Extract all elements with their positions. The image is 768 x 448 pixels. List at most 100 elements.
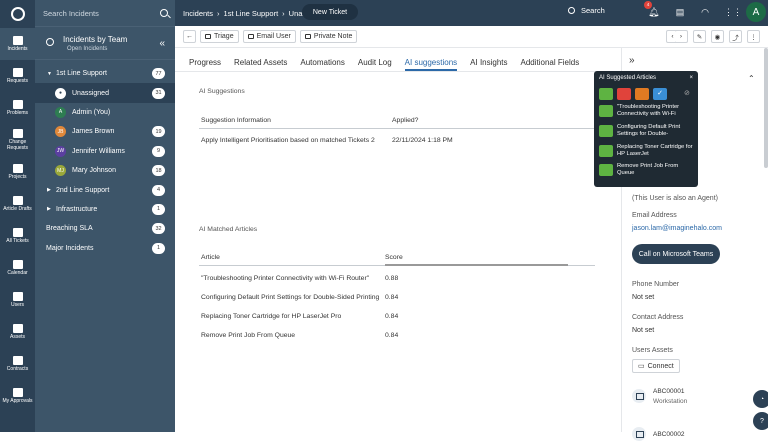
ticket-toolbar: ← Triage Email User Private Note ‹ › ✎ ◉…: [175, 26, 768, 48]
collapse-icon[interactable]: «: [159, 38, 165, 49]
breadcrumb-incidents[interactable]: Incidents: [183, 9, 213, 18]
search-icon[interactable]: [160, 9, 168, 17]
rail-problems[interactable]: Problems: [0, 92, 35, 124]
popup-article[interactable]: Configuring Default Print Settings for D…: [599, 124, 694, 138]
asset-item[interactable]: ABC00001 Workstation: [632, 382, 762, 410]
team-title: Incidents by Team: [63, 34, 128, 44]
table-row[interactable]: Apply Intelligent Prioritisation based o…: [199, 129, 595, 151]
rss-icon[interactable]: ◠: [700, 7, 710, 18]
sidebar-item-jennifer-williams[interactable]: JW Jennifer Williams 9: [35, 142, 175, 161]
help-icon[interactable]: ?: [753, 412, 768, 430]
hide-icon[interactable]: ⊘: [684, 89, 690, 97]
count-badge: 4: [152, 184, 165, 196]
article-icon[interactable]: [599, 88, 613, 100]
rail-assets[interactable]: Assets: [0, 316, 35, 348]
new-ticket-button[interactable]: New Ticket: [302, 4, 358, 20]
email-link[interactable]: jason.lam@imaginehalo.com: [632, 225, 722, 232]
tab-related-assets[interactable]: Related Assets: [234, 58, 287, 71]
triage-button[interactable]: Triage: [200, 30, 239, 43]
team-header: Incidents by Team Open Incidents «: [35, 26, 175, 60]
caret-right-icon[interactable]: ▶: [47, 187, 56, 193]
rail-calendar[interactable]: Calendar: [0, 252, 35, 284]
sidebar-item-infrastructure[interactable]: ▶ Infrastructure 1: [35, 200, 175, 219]
rail-projects[interactable]: Projects: [0, 156, 35, 188]
approvals-icon: [12, 387, 23, 397]
sidebar-item-james-brown[interactable]: JB James Brown 19: [35, 122, 175, 141]
next-icon[interactable]: ›: [675, 30, 688, 43]
phone-value: Not set: [632, 294, 655, 301]
sidebar-item-1st-line-support[interactable]: ▼ 1st Line Support 77: [35, 64, 175, 83]
right-panel-scrollbar[interactable]: [764, 48, 768, 168]
sidebar-item-major-incidents[interactable]: Major Incidents 1: [35, 239, 175, 258]
private-note-button[interactable]: Private Note: [299, 30, 358, 43]
column-resize-bar[interactable]: [385, 264, 568, 266]
clipboard-icon[interactable]: ▤: [675, 7, 685, 18]
grid-icon[interactable]: ⋮⋮: [724, 7, 742, 18]
email-user-button[interactable]: Email User: [242, 30, 296, 43]
eye-icon[interactable]: ◉: [711, 30, 724, 43]
avatar: JW: [55, 145, 66, 157]
table-row[interactable]: Configuring Default Print Settings for D…: [199, 288, 595, 307]
rail-my-approvals[interactable]: My Approvals: [0, 380, 35, 412]
tab-progress[interactable]: Progress: [189, 58, 221, 71]
table-row[interactable]: Replacing Toner Cartridge for HP LaserJe…: [199, 307, 595, 326]
close-icon[interactable]: ×: [689, 75, 693, 81]
tab-ai-insights[interactable]: AI Insights: [470, 58, 507, 71]
sidebar-search[interactable]: Search Incidents: [35, 0, 175, 26]
connect-button[interactable]: ▭ Connect: [632, 359, 680, 373]
tab-audit-log[interactable]: Audit Log: [358, 58, 392, 71]
popup-article[interactable]: "Troubleshooting Printer Connectivity wi…: [599, 104, 694, 118]
edit-icon[interactable]: ✎: [693, 30, 706, 43]
ai-matched-title: AI Matched Articles: [199, 226, 258, 233]
check-icon[interactable]: ✓: [653, 88, 667, 100]
chevron-up-icon[interactable]: ⌃: [748, 74, 755, 83]
folder-icon[interactable]: [635, 88, 649, 100]
change-requests-icon: [12, 129, 23, 139]
expand-panel-icon[interactable]: »: [629, 55, 635, 66]
sidebar-item-2nd-line-support[interactable]: ▶ 2nd Line Support 4: [35, 180, 175, 199]
sidebar-item-admin[interactable]: A Admin (You): [35, 103, 175, 122]
rail-requests[interactable]: Requests: [0, 60, 35, 92]
popup-article[interactable]: Replacing Toner Cartridge for HP LaserJe…: [599, 144, 694, 158]
breadcrumb-team[interactable]: 1st Line Support: [224, 9, 279, 18]
more-icon[interactable]: ⋮: [747, 30, 760, 43]
tab-additional-fields[interactable]: Additional Fields: [521, 58, 580, 71]
caret-down-icon[interactable]: ▼: [47, 71, 56, 77]
triage-icon: [205, 34, 211, 39]
rail-incidents[interactable]: Incidents: [0, 28, 35, 60]
count-badge: 9: [152, 145, 165, 157]
rail-change-requests[interactable]: Change Requests: [0, 124, 35, 156]
count-badge: 32: [152, 223, 165, 235]
rail-users[interactable]: Users: [0, 284, 35, 316]
contact-label: Contact Address: [632, 314, 684, 321]
back-button[interactable]: ←: [183, 30, 196, 43]
rail-contracts[interactable]: Contracts: [0, 348, 35, 380]
tab-automations[interactable]: Automations: [300, 58, 344, 71]
caret-right-icon[interactable]: ▶: [47, 206, 56, 212]
table-row[interactable]: "Troubleshooting Printer Connectivity wi…: [199, 269, 595, 288]
table-row[interactable]: Remove Print Job From Queue 0.84: [199, 326, 595, 345]
rail-all-tickets[interactable]: All Tickets: [0, 220, 35, 252]
article-icon: [599, 164, 613, 176]
share-icon[interactable]: ⤴: [729, 30, 742, 43]
asset-item[interactable]: ABC00002: [632, 420, 762, 448]
projects-icon: [12, 163, 23, 173]
table-header: Article Score: [199, 250, 595, 266]
warning-icon[interactable]: [617, 88, 631, 100]
sidebar-item-mary-johnson[interactable]: MJ Mary Johnson 18: [35, 161, 175, 180]
popup-title: AI Suggested Articles: [599, 74, 657, 81]
user-avatar[interactable]: A: [746, 2, 766, 22]
global-search[interactable]: Search: [568, 6, 605, 15]
sidebar-item-breaching-sla[interactable]: Breaching SLA 32: [35, 219, 175, 238]
all-tickets-icon: [12, 227, 23, 237]
teams-call-button[interactable]: Call on Microsoft Teams: [632, 244, 720, 264]
rail-article-drafts[interactable]: Article Drafts: [0, 188, 35, 220]
tab-ai-suggestions[interactable]: AI suggestions: [404, 58, 458, 71]
article-icon: [599, 105, 613, 117]
sidebar-item-unassigned[interactable]: ● Unassigned 31: [35, 83, 175, 103]
popup-article[interactable]: Remove Print Job From Queue: [599, 163, 694, 177]
requests-icon: [12, 67, 23, 77]
chat-icon[interactable]: ◔: [753, 390, 768, 408]
halo-logo[interactable]: [0, 0, 35, 28]
sidebar-search-input[interactable]: Search Incidents: [43, 9, 99, 18]
